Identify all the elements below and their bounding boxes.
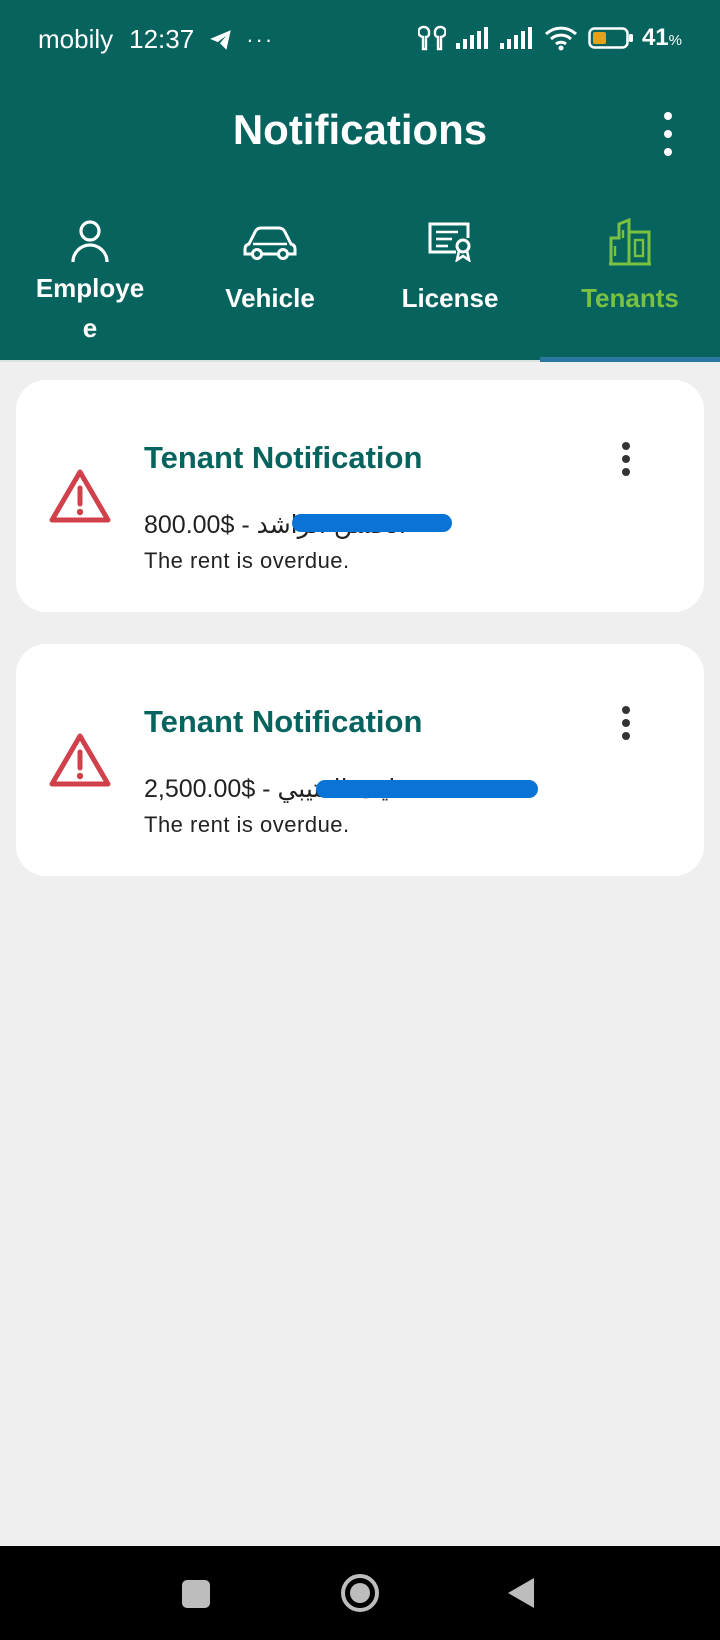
battery-icon <box>588 27 633 49</box>
more-notifications-icon: ··· <box>246 26 275 52</box>
redaction-mark <box>292 514 452 532</box>
tab-bar: Employe e Vehicle License Tenants <box>0 200 720 362</box>
signal-icon <box>455 27 488 49</box>
status-bar: mobily 12:37 ··· 41% <box>0 0 720 80</box>
warning-icon <box>49 733 111 787</box>
app-bar: Notifications <box>0 80 720 200</box>
certificate-icon <box>428 222 471 262</box>
telegram-icon <box>210 29 231 50</box>
dot <box>622 455 630 463</box>
notification-card[interactable]: Tenant Notification 2,500.00$ - نايف الع… <box>16 644 704 876</box>
dot <box>664 130 672 138</box>
page-title: Notifications <box>232 106 488 153</box>
status-time: 12:37 <box>129 24 195 54</box>
tab-label: Employe e <box>35 273 145 343</box>
carrier-name: mobily <box>38 24 114 54</box>
dot <box>622 442 630 450</box>
dot <box>622 706 630 714</box>
buildings-icon <box>609 218 651 266</box>
car-icon <box>243 226 297 260</box>
notification-title: Tenant Notification <box>144 440 423 475</box>
battery-percent: 41% <box>641 24 682 51</box>
recents-button[interactable] <box>182 1580 210 1608</box>
dot <box>664 112 672 120</box>
overflow-menu-button[interactable] <box>656 112 680 156</box>
notification-title: Tenant Notification <box>144 704 423 739</box>
tab-label: License <box>401 283 499 313</box>
warning-icon <box>49 469 111 523</box>
tab-vehicle[interactable]: Vehicle <box>180 200 360 360</box>
tab-license[interactable]: License <box>360 200 540 360</box>
back-button[interactable] <box>506 1576 536 1610</box>
dot <box>664 148 672 156</box>
home-button[interactable] <box>340 1573 380 1613</box>
wifi-icon <box>544 26 577 51</box>
active-tab-indicator <box>540 357 720 362</box>
dot <box>622 732 630 740</box>
notification-message: The rent is overdue. <box>144 812 350 837</box>
earbuds-icon <box>417 25 446 51</box>
dot <box>622 719 630 727</box>
notification-more-button[interactable] <box>620 442 632 476</box>
redaction-mark <box>316 780 538 798</box>
signal-icon-2 <box>499 27 532 49</box>
tab-tenants[interactable]: Tenants <box>540 200 720 360</box>
tab-label: Tenants <box>581 283 679 313</box>
dot <box>622 468 630 476</box>
tab-employee[interactable]: Employe e <box>0 200 180 360</box>
tab-label: Vehicle <box>225 283 315 313</box>
notification-more-button[interactable] <box>620 706 632 740</box>
status-right: 41% <box>408 24 682 52</box>
status-left: mobily 12:37 ··· <box>38 24 274 55</box>
system-nav-bar <box>0 1546 720 1640</box>
person-icon <box>71 220 109 263</box>
notification-card[interactable]: Tenant Notification 800.00$ - الحسن الرا… <box>16 380 704 612</box>
notification-message: The rent is overdue. <box>144 548 350 573</box>
